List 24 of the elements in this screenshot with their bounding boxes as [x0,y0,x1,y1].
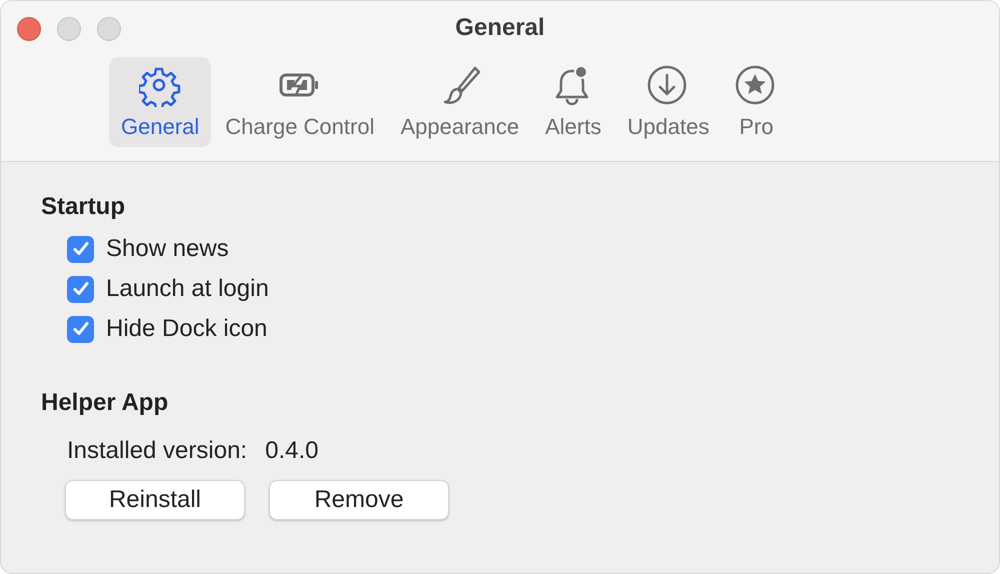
checkmark-icon [72,240,90,258]
checkbox-option[interactable]: Launch at login [67,274,269,304]
window-title: General [455,13,545,43]
push-button[interactable]: Remove [269,480,449,520]
toolbar-tab[interactable]: Appearance [388,57,532,147]
version-value: 0.4.0 [265,436,318,466]
checkmark-icon [72,280,90,298]
section-heading: Helper App [41,388,170,418]
toolbar-tab[interactable]: Alerts [533,57,614,147]
checkbox-option[interactable]: Hide Dock icon [67,314,268,344]
push-button[interactable]: Reinstall [65,480,245,520]
toolbar-tab[interactable]: Pro [723,57,790,147]
gear-icon [139,65,182,107]
close-button[interactable] [17,17,41,41]
toolbar-tab[interactable]: Updates [615,57,722,147]
checkbox[interactable] [67,236,94,262]
toolbar-tab[interactable]: General [109,57,212,147]
section-heading: Startup [41,192,126,222]
checkbox[interactable] [67,316,94,342]
checkbox-option[interactable]: Show news [67,234,229,264]
checkmark-icon [72,320,90,338]
checkbox[interactable] [67,276,94,302]
toolbar-tab[interactable]: Charge Control [213,57,386,147]
version-label: Installed version: [67,436,248,466]
